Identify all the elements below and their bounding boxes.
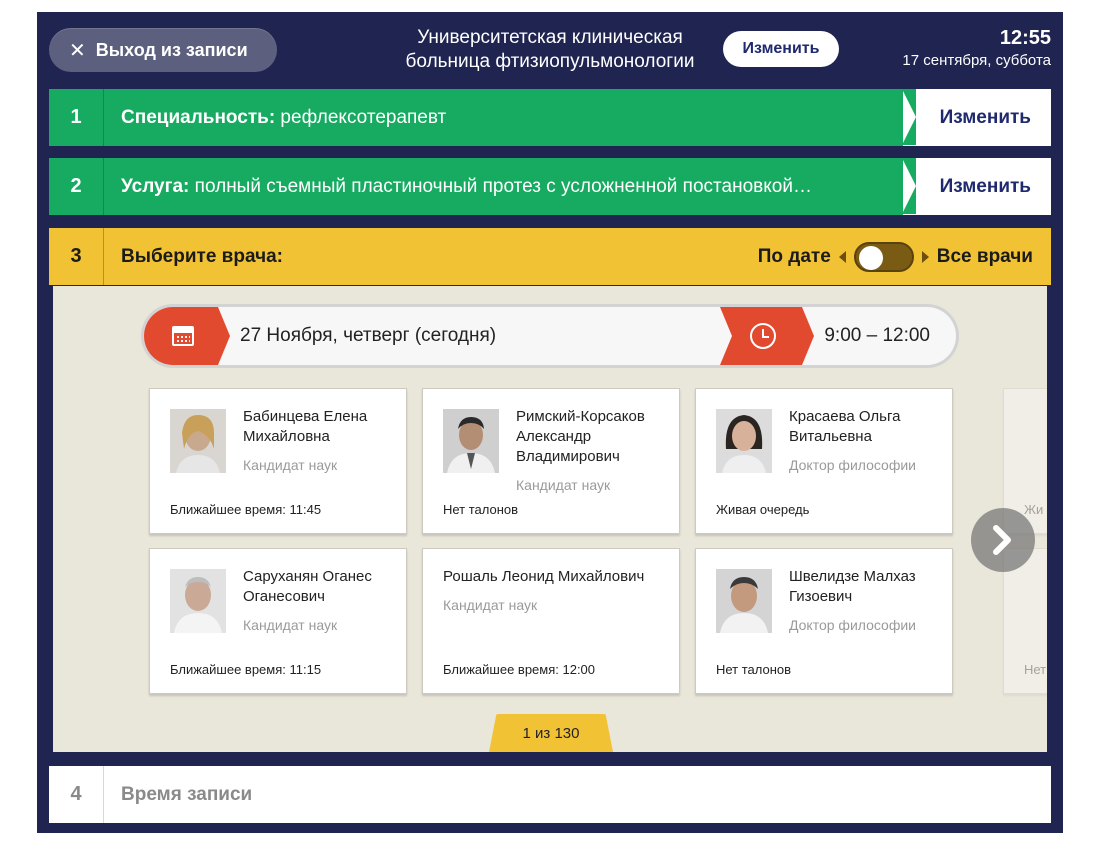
doctor-card[interactable]: Бабинцева Елена Михайловна Кандидат наук…: [149, 388, 407, 534]
date-button[interactable]: [144, 307, 230, 365]
doctor-panel: 27 Ноября, четверг (сегодня) 9:00 – 12:0…: [53, 286, 1047, 752]
app-frame: ✕ Выход из записи Университетская клинич…: [37, 12, 1063, 833]
sort-toggle[interactable]: [853, 241, 914, 272]
doctor-degree: Кандидат наук: [443, 597, 538, 613]
step-number: 2: [49, 158, 104, 215]
step-label: Специальность:: [121, 106, 276, 128]
clock: 12:55 17 сентября, суббота: [902, 26, 1051, 72]
step-time: 4 Время записи: [49, 766, 1051, 823]
date-time-selector: 27 Ноября, четверг (сегодня) 9:00 – 12:0…: [141, 304, 959, 368]
doctor-slot: Жи: [1024, 502, 1044, 517]
toggle-label-by-date[interactable]: По дате: [758, 246, 831, 268]
change-label: Изменить: [939, 175, 1031, 197]
doctor-name-text: Римский-Корсаков Александр Владимирович: [516, 408, 645, 465]
doctor-photo: [443, 409, 499, 473]
doctor-slot: Ближайшее время: 12:00: [443, 662, 596, 677]
step-label: Выберите врача:: [121, 245, 283, 267]
doctor-slot: Нет талонов: [716, 662, 792, 677]
doctor-degree: Кандидат наук: [516, 477, 611, 493]
change-label: Изменить: [939, 106, 1031, 128]
selected-date[interactable]: 27 Ноября, четверг (сегодня): [240, 307, 496, 365]
doctor-card[interactable]: Саруханян Оганес Оганесович Кандидат нау…: [149, 548, 407, 694]
doctor-card[interactable]: Красаева Ольга Витальевна Доктор философ…: [695, 388, 953, 534]
hospital-title-line2: больница фтизиопульмонологии: [405, 51, 695, 72]
arrow-right-icon: [921, 250, 929, 263]
change-service-button[interactable]: Изменить: [902, 158, 1051, 215]
close-icon: ✕: [69, 39, 86, 62]
step-value: полный съемный пластиночный протез с усл…: [189, 175, 812, 197]
step-number: 4: [49, 766, 104, 823]
doctor-name: Бабинцева Елена Михайловна Кандидат наук: [243, 407, 393, 475]
doctor-degree: Кандидат наук: [243, 617, 338, 633]
doctor-name-text: Красаева Ольга Витальевна: [789, 408, 901, 445]
doctor-photo: [170, 409, 226, 473]
next-page-button[interactable]: [971, 508, 1035, 572]
step-label: Время записи: [121, 783, 253, 805]
step-doctor: 3 Выберите врача: По дате Все врачи: [49, 228, 1051, 285]
change-hospital-button[interactable]: Изменить: [723, 31, 839, 67]
step-text: Выберите врача:: [104, 246, 283, 268]
step-text: Специальность: рефлексотерапевт: [104, 107, 446, 129]
doctor-slot: Нет: [1024, 662, 1047, 677]
exit-label: Выход из записи: [95, 39, 248, 60]
step-number: 3: [49, 228, 104, 285]
sort-toggle-group: По дате Все врачи: [758, 228, 1033, 285]
clock-icon: [750, 323, 776, 349]
clock-date: 17 сентября, суббота: [902, 52, 1051, 69]
doctor-name: Красаева Ольга Витальевна Доктор философ…: [789, 407, 939, 475]
doctor-photo: [716, 569, 772, 633]
change-specialty-button[interactable]: Изменить: [902, 89, 1051, 146]
doctor-name: Римский-Корсаков Александр Владимирович …: [516, 407, 666, 495]
clock-time: 12:55: [999, 27, 1051, 49]
doctor-degree: Доктор философии: [789, 457, 916, 473]
date-time-bar: 27 Ноября, четверг (сегодня) 9:00 – 12:0…: [144, 307, 956, 365]
doctor-name-text: Швелидзе Малхаз Гизоевич: [789, 568, 916, 605]
doctor-name: Рошаль Леонид Михайлович Кандидат наук: [443, 567, 673, 615]
doctor-name-text: Рошаль Леонид Михайлович: [443, 568, 645, 585]
step-specialty: 1 Специальность: рефлексотерапевт Измени…: [49, 89, 1051, 146]
step-service: 2 Услуга: полный съемный пластиночный пр…: [49, 158, 1051, 215]
toggle-knob: [858, 245, 883, 270]
doctor-photo: [716, 409, 772, 473]
hospital-title: Университетская клиническая больница фти…: [367, 26, 733, 74]
doctor-card[interactable]: Рошаль Леонид Михайлович Кандидат наук Б…: [422, 548, 680, 694]
arrow-left-icon: [838, 250, 846, 263]
doctor-slot: Нет талонов: [443, 502, 519, 517]
step-number: 1: [49, 89, 104, 146]
page-indicator: 1 из 130: [489, 714, 613, 752]
hospital-title-line1: Университетская клиническая: [417, 27, 683, 48]
doctor-degree: Кандидат наук: [243, 457, 338, 473]
doctor-slot: Ближайшее время: 11:45: [170, 502, 322, 517]
step-value: рефлексотерапевт: [275, 106, 447, 128]
step-text: Услуга: полный съемный пластиночный прот…: [104, 176, 894, 198]
chevron-right-icon: [993, 525, 1011, 555]
doctor-name-text: Саруханян Оганес Оганесович: [243, 568, 372, 605]
exit-button[interactable]: ✕ Выход из записи: [49, 28, 277, 72]
doctor-name-text: Бабинцева Елена Михайловна: [243, 408, 368, 445]
calendar-icon: [172, 326, 194, 346]
doctor-degree: Доктор философии: [789, 617, 916, 633]
doctor-slot: Живая очередь: [716, 502, 810, 517]
doctor-slot: Ближайшее время: 11:15: [170, 662, 322, 677]
selected-time-range[interactable]: 9:00 – 12:00: [824, 307, 930, 365]
toggle-label-all-doctors[interactable]: Все врачи: [937, 246, 1033, 268]
doctor-name: Швелидзе Малхаз Гизоевич Доктор философи…: [789, 567, 939, 635]
doctor-photo: [170, 569, 226, 633]
doctor-card[interactable]: Швелидзе Малхаз Гизоевич Доктор философи…: [695, 548, 953, 694]
time-button[interactable]: [720, 307, 814, 365]
doctor-name: Саруханян Оганес Оганесович Кандидат нау…: [243, 567, 393, 635]
doctor-card[interactable]: Римский-Корсаков Александр Владимирович …: [422, 388, 680, 534]
step-label: Услуга:: [121, 175, 190, 197]
